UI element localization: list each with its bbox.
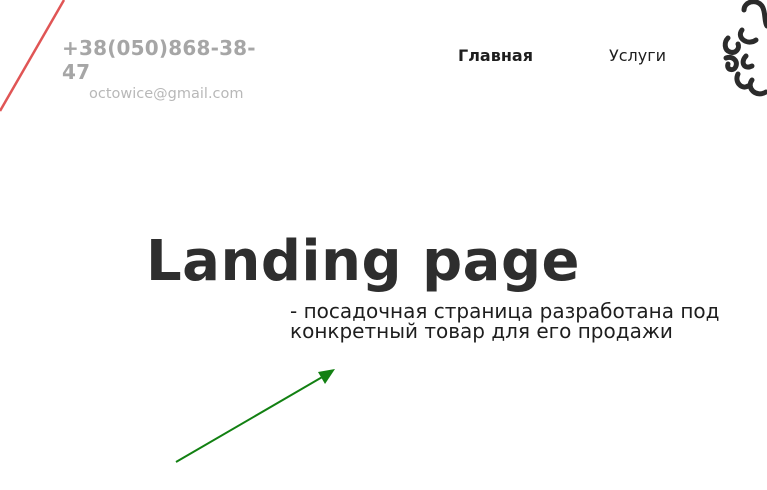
arrow-icon bbox=[175, 369, 335, 463]
